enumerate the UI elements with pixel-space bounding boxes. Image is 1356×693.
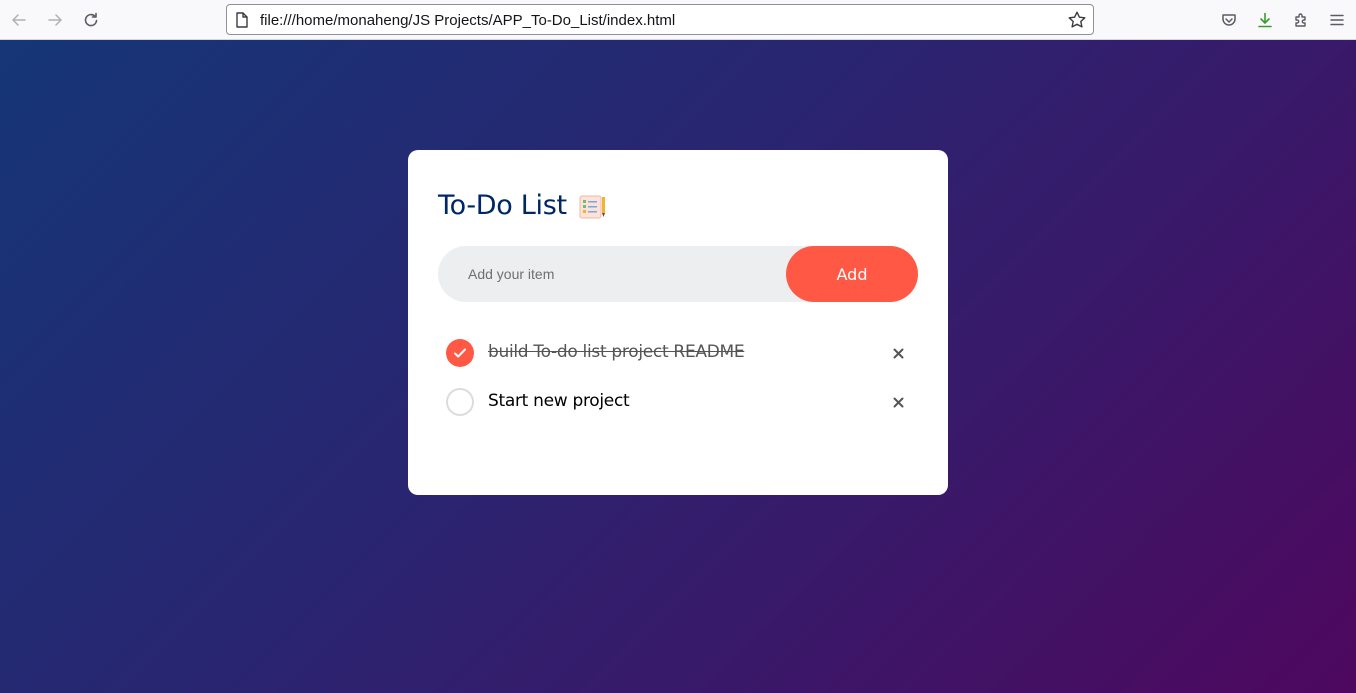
new-item-row: Add bbox=[438, 246, 918, 302]
task-checkbox-checked[interactable] bbox=[446, 339, 474, 367]
puzzle-icon bbox=[1295, 13, 1306, 27]
remove-task-button[interactable] bbox=[886, 390, 910, 414]
pocket-icon bbox=[1222, 14, 1236, 26]
back-button[interactable] bbox=[6, 7, 32, 33]
task-item[interactable]: build To-do list project README bbox=[438, 330, 918, 379]
task-text: build To-do list project README bbox=[488, 342, 745, 362]
page-background: To-Do List Add build To-do bbox=[0, 40, 1356, 693]
downloads-button[interactable] bbox=[1252, 7, 1278, 33]
arrow-left-icon bbox=[12, 14, 26, 26]
app-title-text: To-Do List bbox=[438, 190, 567, 221]
pocket-button[interactable] bbox=[1216, 7, 1242, 33]
add-button[interactable]: Add bbox=[786, 246, 918, 302]
extensions-button[interactable] bbox=[1288, 7, 1314, 33]
forward-button[interactable] bbox=[42, 7, 68, 33]
url-text[interactable]: file:///home/monaheng/JS Projects/APP_To… bbox=[260, 12, 675, 29]
app-title: To-Do List bbox=[438, 190, 607, 221]
close-icon bbox=[893, 348, 903, 358]
task-text: Start new project bbox=[488, 391, 630, 411]
todo-card: To-Do List Add build To-do bbox=[408, 150, 948, 495]
address-bar[interactable]: file:///home/monaheng/JS Projects/APP_To… bbox=[226, 4, 1094, 35]
star-icon[interactable] bbox=[1067, 10, 1087, 30]
checkmark-icon bbox=[454, 348, 466, 358]
page-icon bbox=[236, 12, 248, 28]
notepad-icon bbox=[579, 195, 605, 218]
hamburger-icon bbox=[1330, 14, 1344, 26]
remove-task-button[interactable] bbox=[886, 341, 910, 365]
task-checkbox-unchecked[interactable] bbox=[446, 388, 474, 416]
arrow-right-icon bbox=[48, 14, 62, 26]
new-item-input[interactable] bbox=[438, 246, 798, 302]
close-icon bbox=[893, 397, 903, 407]
download-icon bbox=[1258, 12, 1272, 28]
menu-button[interactable] bbox=[1324, 7, 1350, 33]
reload-button[interactable] bbox=[78, 7, 104, 33]
browser-toolbar: file:///home/monaheng/JS Projects/APP_To… bbox=[0, 0, 1356, 40]
task-list: build To-do list project README Start ne… bbox=[438, 330, 918, 428]
reload-icon bbox=[84, 12, 98, 27]
task-item[interactable]: Start new project bbox=[438, 379, 918, 428]
